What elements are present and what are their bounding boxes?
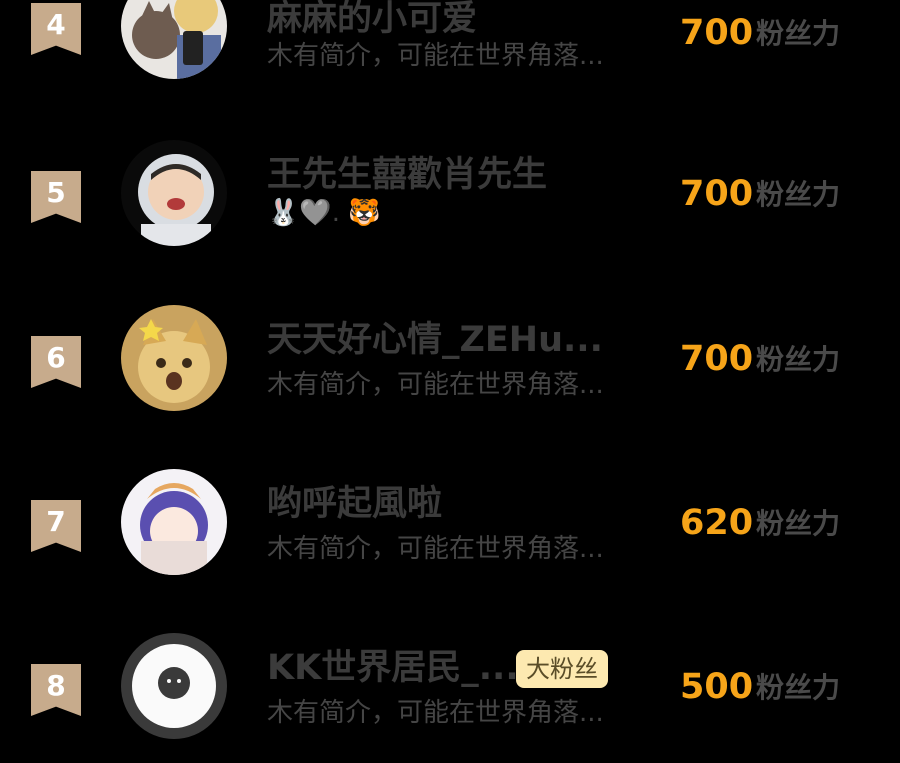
user-bio: 木有简介，可能在世界角落... <box>267 41 604 71</box>
score-value: 620 <box>680 503 754 543</box>
list-item[interactable]: 8 KK世界居民_... 大粉丝 木有简介，可能在世界角落... 500 粉丝力 <box>0 633 900 763</box>
fan-badge: 大粉丝 <box>516 650 608 688</box>
score-unit: 粉丝力 <box>756 671 841 704</box>
user-name[interactable]: 麻麻的小可爱 <box>267 2 477 37</box>
user-bio: 木有简介，可能在世界角落... <box>267 698 604 728</box>
avatar[interactable] <box>121 140 227 246</box>
score-unit: 粉丝力 <box>756 17 841 50</box>
score-unit: 粉丝力 <box>756 343 841 376</box>
avatar[interactable] <box>121 469 227 575</box>
user-name[interactable]: 天天好心情_ZEHu... <box>267 323 603 358</box>
user-name[interactable]: KK世界居民_... <box>267 651 519 686</box>
list-item[interactable]: 7 哟呼起風啦 木有简介，可能在世界角落... 620 粉丝力 <box>0 469 900 599</box>
list-item[interactable]: 5 王先生囍歡肖先生 🐰🩶. 🐯 700 粉丝力 <box>0 140 900 270</box>
avatar[interactable] <box>121 633 227 739</box>
score-value: 500 <box>680 667 754 707</box>
score-unit: 粉丝力 <box>756 507 841 540</box>
score-unit: 粉丝力 <box>756 178 841 211</box>
user-name[interactable]: 哟呼起風啦 <box>267 487 442 522</box>
list-item[interactable]: 6 天天好心情_ZEHu... 木有简介，可能在世界角落... 700 粉丝力 <box>0 305 900 435</box>
avatar[interactable] <box>121 0 227 79</box>
user-name[interactable]: 王先生囍歡肖先生 <box>267 158 547 193</box>
rank-badge: 4 <box>31 3 81 55</box>
user-bio: 🐰🩶. 🐯 <box>267 198 381 228</box>
rank-badge: 5 <box>31 171 81 223</box>
rank-badge: 7 <box>31 500 81 552</box>
rank-badge: 6 <box>31 336 81 388</box>
rank-badge: 8 <box>31 664 81 716</box>
user-bio: 木有简介，可能在世界角落... <box>267 370 604 400</box>
user-bio: 木有简介，可能在世界角落... <box>267 534 604 564</box>
list-item[interactable]: 4 麻麻的小可爱 木有简介，可能在世界角落... 700 粉丝力 <box>0 0 900 103</box>
score-value: 700 <box>680 339 754 379</box>
score-value: 700 <box>680 13 754 53</box>
avatar[interactable] <box>121 305 227 411</box>
score-value: 700 <box>680 174 754 214</box>
